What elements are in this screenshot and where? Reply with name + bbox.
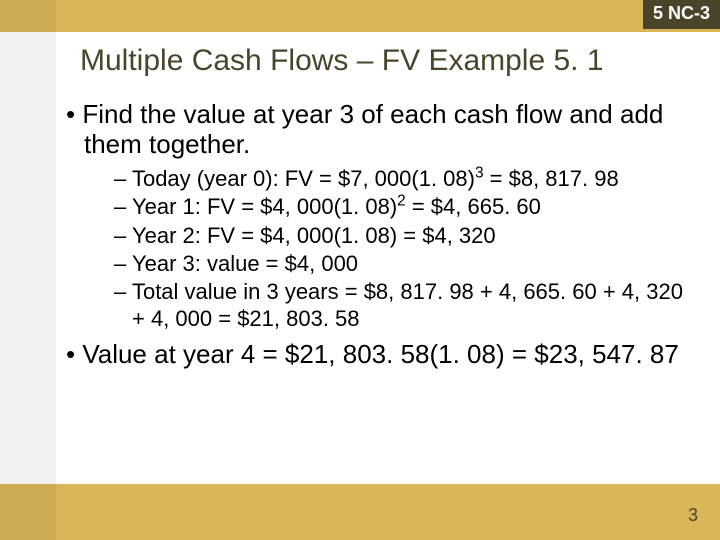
- sub-bullet-text: Year 2: FV = $4, 000(1. 08) = $4, 320: [132, 223, 496, 248]
- sub-bullet-text-tail: = $8, 817. 98: [484, 166, 619, 191]
- top-band: [0, 0, 720, 32]
- sub-bullet-item: Year 3: value = $4, 000: [56, 251, 700, 277]
- sub-bullet-text: Today (year 0): FV = $7, 000(1. 08): [132, 166, 475, 191]
- bottom-band: [0, 484, 720, 540]
- sub-bullet-item: Today (year 0): FV = $7, 000(1. 08)3 = $…: [56, 166, 700, 192]
- exponent: 2: [397, 193, 406, 210]
- left-margin: [0, 0, 56, 540]
- slide-tag: 5 NC-3: [643, 0, 720, 29]
- page-number: 3: [688, 505, 698, 526]
- sub-bullet-item: Year 1: FV = $4, 000(1. 08)2 = $4, 665. …: [56, 194, 700, 220]
- bullet-text: Value at year 4 = $21, 803. 58(1. 08) = …: [82, 339, 679, 369]
- bullet-text: Find the value at year 3 of each cash fl…: [82, 99, 663, 159]
- sub-list: Today (year 0): FV = $7, 000(1. 08)3 = $…: [56, 166, 700, 332]
- slide-title: Multiple Cash Flows – FV Example 5. 1: [80, 44, 700, 77]
- sub-bullet-item: Year 2: FV = $4, 000(1. 08) = $4, 320: [56, 223, 700, 249]
- sub-bullet-item: Total value in 3 years = $8, 817. 98 + 4…: [56, 279, 700, 332]
- sub-bullet-text: Year 3: value = $4, 000: [132, 251, 358, 276]
- exponent: 3: [475, 164, 484, 181]
- sub-bullet-text: Year 1: FV = $4, 000(1. 08): [132, 194, 397, 219]
- bullet-item: Value at year 4 = $21, 803. 58(1. 08) = …: [56, 340, 700, 370]
- sub-bullet-text-tail: = $4, 665. 60: [406, 194, 541, 219]
- bullet-item: Find the value at year 3 of each cash fl…: [56, 100, 700, 160]
- sub-bullet-text: Total value in 3 years = $8, 817. 98 + 4…: [132, 279, 683, 330]
- slide-content: Find the value at year 3 of each cash fl…: [56, 92, 700, 370]
